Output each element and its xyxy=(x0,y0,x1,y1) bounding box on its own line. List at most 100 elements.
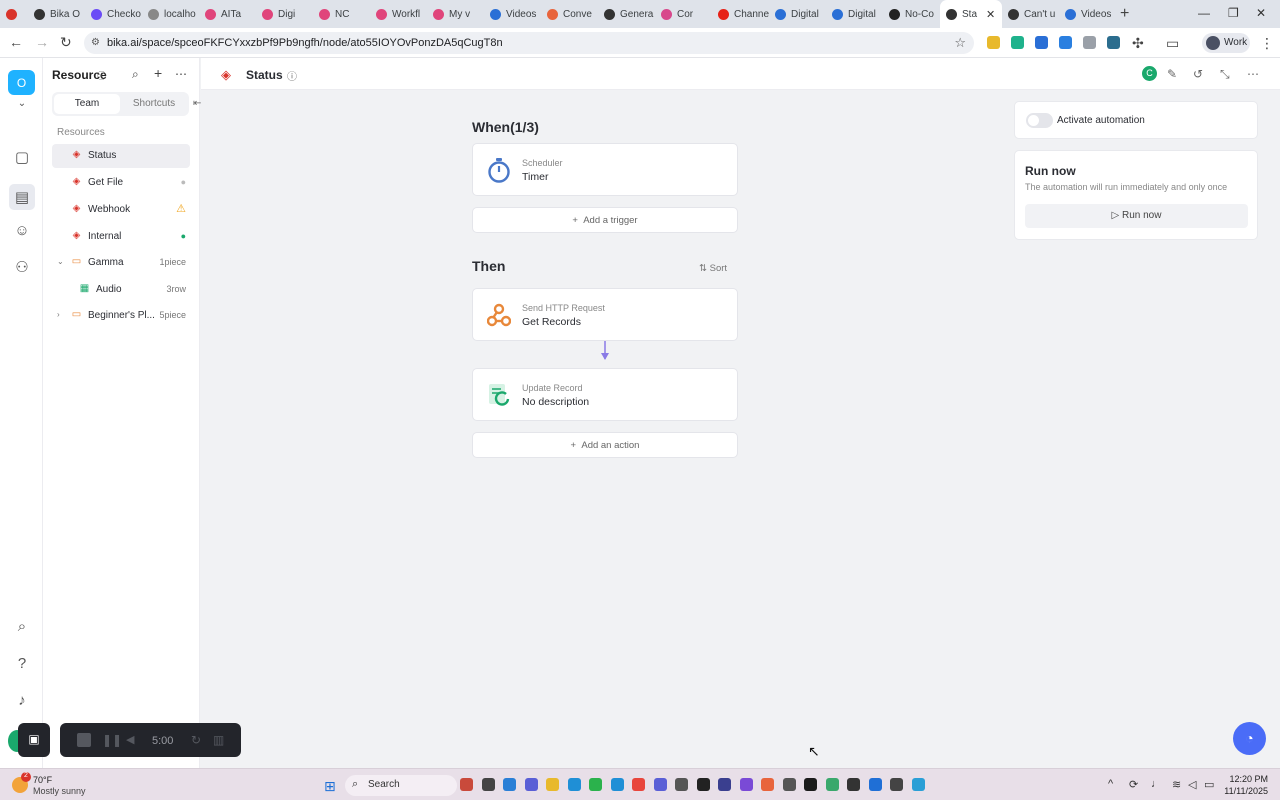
extension-icon[interactable] xyxy=(1083,36,1096,49)
maximize-button[interactable]: ❐ xyxy=(1228,6,1239,20)
chevron-up-icon[interactable]: ^ xyxy=(1108,778,1113,790)
taskbar-app-icon[interactable] xyxy=(481,778,495,791)
minimize-button[interactable]: — xyxy=(1198,6,1210,20)
sort-button[interactable]: ⇅ Sort xyxy=(699,263,727,274)
browser-tab[interactable]: Digital xyxy=(826,0,883,28)
browser-tab[interactable]: Digi xyxy=(256,0,313,28)
taskbar-app-icon[interactable] xyxy=(460,778,473,791)
action-card-update[interactable]: Update Record No description xyxy=(472,368,738,421)
delete-icon[interactable]: ▥ xyxy=(213,733,227,747)
add-action-button[interactable]: + Add an action xyxy=(472,432,738,458)
volume-icon[interactable]: ◁ xyxy=(1188,778,1196,791)
avatar[interactable]: C xyxy=(1142,66,1157,81)
support-chat-button[interactable]: ◔ xyxy=(1233,722,1266,755)
camera-button[interactable]: ▣ xyxy=(18,723,50,757)
extension-icon[interactable] xyxy=(1107,36,1120,49)
taskbar-app-icon[interactable] xyxy=(739,778,753,791)
wifi-icon[interactable]: ≋ xyxy=(1172,778,1181,791)
taskbar-app-icon[interactable] xyxy=(610,778,624,791)
taskbar-app-icon[interactable] xyxy=(675,778,688,791)
info-icon[interactable]: ⓘ xyxy=(97,69,106,82)
windows-start-icon[interactable]: ⊞ xyxy=(324,778,336,795)
more-icon[interactable]: ⋯ xyxy=(1247,67,1259,81)
close-window-button[interactable]: ✕ xyxy=(1256,6,1266,20)
browser-tab[interactable]: No-Co xyxy=(883,0,940,28)
extension-icon[interactable] xyxy=(1011,36,1024,49)
taskbar-search[interactable]: ⌕ Search xyxy=(345,775,457,796)
bell-icon[interactable]: ♪ xyxy=(12,692,32,712)
add-icon[interactable]: + xyxy=(154,65,162,81)
edit-icon[interactable]: ✎ xyxy=(1167,67,1177,81)
taskbar-app-icon[interactable] xyxy=(825,778,839,791)
trigger-card[interactable]: Scheduler Timer xyxy=(472,143,738,196)
browser-tab[interactable]: NC xyxy=(313,0,370,28)
add-user-icon[interactable]: ⚇ xyxy=(12,258,32,278)
tab-team[interactable]: Team xyxy=(54,94,120,114)
browser-tab[interactable]: Bika O xyxy=(28,0,85,28)
extension-icon[interactable] xyxy=(1035,36,1048,49)
browser-tab[interactable]: AITa xyxy=(199,0,256,28)
info-icon[interactable]: ⓘ xyxy=(287,68,297,83)
browser-tab[interactable]: Cor xyxy=(655,0,712,28)
mute-icon[interactable]: ◀ xyxy=(126,733,140,747)
browser-tab-active[interactable]: Sta ✕ xyxy=(940,0,1002,28)
extension-icon[interactable] xyxy=(1059,36,1072,49)
browser-tab[interactable]: Videos xyxy=(484,0,541,28)
run-now-button[interactable]: ▷ Run now xyxy=(1025,204,1248,228)
taskbar-app-icon[interactable] xyxy=(632,778,645,791)
browser-tab[interactable]: Videos xyxy=(1059,0,1116,28)
history-icon[interactable]: ↺ xyxy=(1193,67,1203,81)
chevron-right-icon[interactable]: › xyxy=(57,310,60,319)
chevron-down-icon[interactable]: ⌄ xyxy=(12,98,32,118)
extensions-puzzle-icon[interactable]: ✣ xyxy=(1132,35,1144,52)
space-avatar[interactable]: O xyxy=(8,70,35,95)
sidebar-item-audio[interactable]: ▦ Audio 3row xyxy=(52,278,190,302)
profile-button[interactable]: Work xyxy=(1202,33,1250,53)
forward-icon[interactable]: → xyxy=(35,34,49,50)
pause-icon[interactable]: ❚❚ xyxy=(102,733,122,747)
bookmark-star-icon[interactable]: ☆ xyxy=(954,35,966,51)
back-icon[interactable]: ← xyxy=(9,34,23,50)
members-icon[interactable]: ☺ xyxy=(12,222,32,242)
taskbar-app-icon[interactable] xyxy=(890,778,903,791)
add-trigger-button[interactable]: + Add a trigger xyxy=(472,207,738,233)
browser-tab[interactable]: Checko xyxy=(85,0,142,28)
taskbar-app-icon[interactable] xyxy=(503,778,516,791)
browser-tab[interactable]: Conve xyxy=(541,0,598,28)
sidebar-item-get-file[interactable]: ◈ Get File ● xyxy=(52,171,190,195)
microphone-icon[interactable]: ♩ xyxy=(1151,778,1162,790)
battery-icon[interactable]: ▭ xyxy=(1204,778,1214,791)
search-icon[interactable]: ⌕ xyxy=(12,618,32,638)
browser-tab[interactable]: Channe xyxy=(712,0,769,28)
browser-tab[interactable]: My v xyxy=(427,0,484,28)
sidebar-item-status[interactable]: ◈ Status xyxy=(52,144,190,168)
address-bar[interactable]: ⚙ bika.ai/space/spceoFKFCYxxzbPf9Pb9ngfh… xyxy=(84,32,974,54)
taskbar-app-icon[interactable] xyxy=(782,778,796,791)
taskbar-app-icon[interactable] xyxy=(653,778,667,791)
sidebar-item-beginners[interactable]: › ▭ Beginner's Pl... 5piece xyxy=(52,304,190,328)
close-tab-icon[interactable]: ✕ xyxy=(986,8,995,21)
stop-icon[interactable] xyxy=(77,733,91,747)
chevron-down-icon[interactable]: ⌄ xyxy=(57,257,64,266)
side-panel-icon[interactable]: ▭ xyxy=(1166,35,1179,52)
tray-app-icon[interactable]: ⟳ xyxy=(1129,778,1138,791)
sidebar-item-webhook[interactable]: ◈ Webhook ⚠ xyxy=(52,198,190,222)
folder-icon[interactable]: ▤ xyxy=(9,184,35,210)
search-icon[interactable]: ⌕ xyxy=(132,67,139,82)
restart-icon[interactable]: ↻ xyxy=(191,733,205,747)
browser-tab[interactable]: Can't u xyxy=(1002,0,1059,28)
taskbar-app-icon[interactable] xyxy=(567,778,581,791)
sidebar-item-internal[interactable]: ◈ Internal ● xyxy=(52,225,190,249)
taskbar-app-icon[interactable] xyxy=(911,778,925,791)
new-tab-button[interactable]: + xyxy=(1120,5,1129,23)
taskbar-app-icon[interactable] xyxy=(847,778,860,791)
taskbar-app-icon[interactable] xyxy=(761,778,774,791)
taskbar-app-icon[interactable] xyxy=(546,778,559,791)
activate-toggle[interactable] xyxy=(1026,113,1053,128)
action-card-http[interactable]: Send HTTP Request Get Records xyxy=(472,288,738,341)
taskbar-app-icon[interactable] xyxy=(589,778,602,791)
browser-tab[interactable]: Digital xyxy=(769,0,826,28)
tab-shortcuts[interactable]: Shortcuts xyxy=(121,94,187,114)
extension-icon[interactable] xyxy=(987,36,1000,49)
browser-tab[interactable]: Workfl xyxy=(370,0,427,28)
